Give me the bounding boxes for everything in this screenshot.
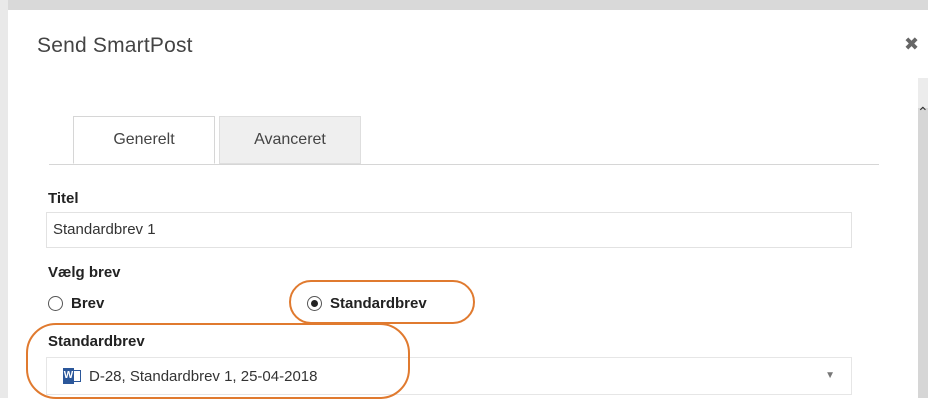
word-document-icon: W	[63, 368, 81, 384]
radio-standardbrev[interactable]: Standardbrev	[307, 295, 427, 312]
radio-standardbrev-label: Standardbrev	[330, 295, 427, 312]
scroll-up-icon[interactable]: ⌃	[917, 104, 928, 121]
standardbrev-value: D-28, Standardbrev 1, 25-04-2018	[89, 367, 318, 385]
radio-button-selected[interactable]	[307, 296, 322, 311]
tabs-divider	[49, 164, 879, 165]
tab-generelt[interactable]: Generelt	[73, 116, 215, 164]
standardbrev-label: Standardbrev	[48, 333, 145, 350]
choose-letter-label: Vælg brev	[48, 264, 121, 281]
close-icon[interactable]: ✖	[904, 34, 919, 55]
tab-avanceret[interactable]: Avanceret	[219, 116, 361, 164]
title-label: Titel	[48, 190, 79, 207]
dialog-title: Send SmartPost	[37, 34, 193, 57]
window-top-border	[0, 0, 928, 10]
title-input[interactable]: Standardbrev 1	[46, 212, 852, 248]
window-left-border	[0, 0, 8, 398]
standardbrev-select[interactable]: W D-28, Standardbrev 1, 25-04-2018 ▼	[46, 357, 852, 395]
radio-brev-label: Brev	[71, 295, 105, 312]
scrollbar-thumb[interactable]	[918, 108, 928, 398]
radio-brev[interactable]: Brev	[48, 295, 104, 312]
chevron-down-icon[interactable]: ▼	[825, 370, 835, 381]
radio-button[interactable]	[48, 296, 63, 311]
